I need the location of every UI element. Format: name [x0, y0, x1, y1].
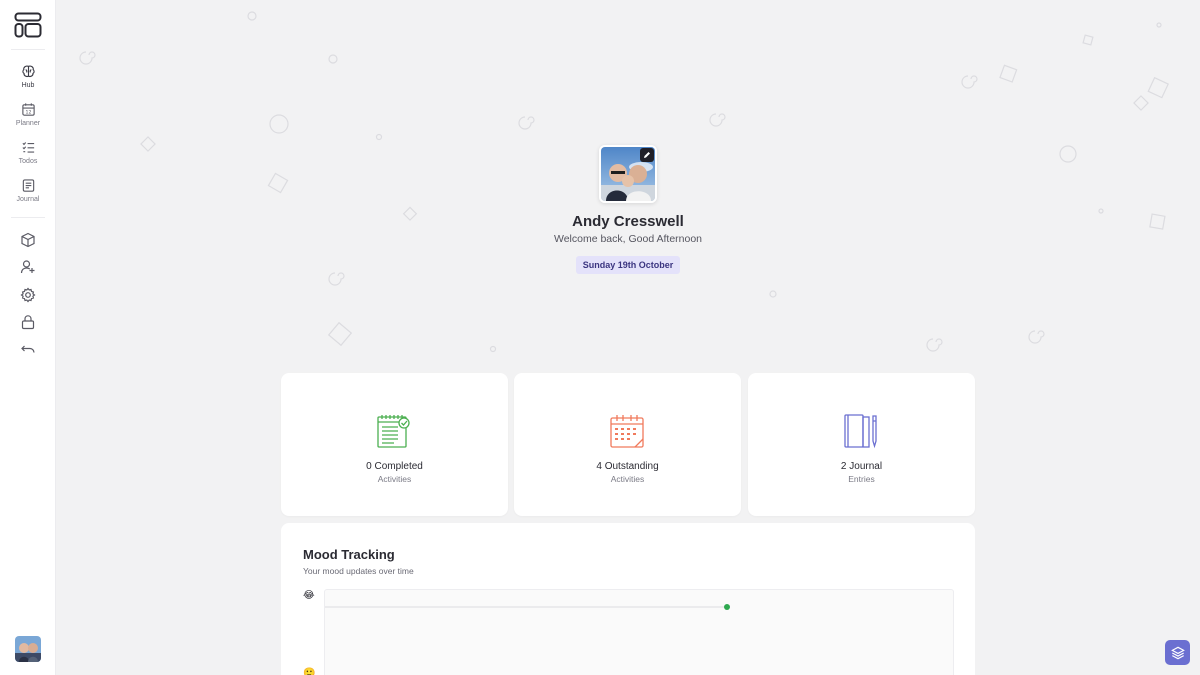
checklist-icon	[21, 142, 34, 153]
user-name: Andy Cresswell	[572, 213, 684, 230]
card-title: 4 Outstanding	[596, 461, 659, 472]
mood-chart	[324, 589, 954, 675]
layers-button[interactable]	[1165, 640, 1190, 665]
sidebar-divider	[11, 217, 45, 218]
calendar-icon: 12	[21, 103, 35, 116]
sidebar-item-label: Hub	[21, 82, 35, 89]
card-title: 2 Journal	[840, 461, 883, 472]
sidebar-divider	[11, 49, 45, 50]
mood-chart-canvas	[325, 604, 730, 610]
greeting-text: Welcome back, Good Afternoon	[553, 233, 703, 245]
mood-point[interactable]	[724, 604, 730, 610]
sidebar-item-hub[interactable]: Hub	[0, 64, 56, 100]
card-title: 0 Completed	[366, 461, 423, 472]
user-avatar[interactable]	[15, 636, 41, 662]
card-subtitle: Activities	[377, 474, 412, 484]
pencil-icon	[644, 152, 650, 158]
mood-tracking-panel: Mood Tracking Your mood updates over tim…	[281, 523, 975, 675]
checked-notepad-icon	[377, 415, 410, 448]
smiling-emoji-icon: 🙂	[303, 668, 316, 675]
edit-photo-button[interactable]	[640, 148, 654, 162]
sidebar-item-label: Todos	[18, 158, 38, 165]
card-subtitle: Entries	[848, 474, 875, 484]
completed-activities-card[interactable]: 0 Completed Activities	[281, 373, 508, 516]
notebook-icon	[22, 179, 34, 192]
laughing-emoji-icon: 😂	[303, 590, 315, 601]
outstanding-activities-card[interactable]: 4 Outstanding Activities	[514, 373, 741, 516]
gear-icon[interactable]	[20, 287, 36, 303]
brain-icon	[21, 65, 35, 78]
sidebar-item-planner[interactable]: 12 Planner	[0, 102, 56, 138]
layers-icon	[1170, 646, 1185, 659]
sidebar-item-journal[interactable]: Journal	[0, 178, 56, 214]
calendar-icon	[610, 415, 644, 448]
lock-icon[interactable]	[20, 314, 36, 330]
svg-text:12: 12	[25, 110, 31, 116]
sidebar-item-label: Planner	[15, 120, 41, 127]
cube-icon[interactable]	[20, 232, 36, 248]
avatar-photo	[15, 636, 41, 662]
card-subtitle: Activities	[610, 474, 645, 484]
journal-books-icon	[844, 414, 877, 449]
date-badge: Sunday 19th October	[576, 256, 680, 274]
sidebar-item-label: Journal	[16, 196, 40, 203]
add-user-icon[interactable]	[20, 259, 36, 275]
undo-icon[interactable]	[20, 342, 36, 358]
mood-title: Mood Tracking	[303, 547, 395, 562]
mood-subtitle: Your mood updates over time	[303, 566, 414, 576]
journal-entries-card[interactable]: 2 Journal Entries	[748, 373, 975, 516]
sidebar: Hub 12 Planner Todos Journal	[0, 0, 56, 675]
app-logo-icon[interactable]	[14, 12, 42, 38]
sidebar-item-todos[interactable]: Todos	[0, 140, 56, 176]
